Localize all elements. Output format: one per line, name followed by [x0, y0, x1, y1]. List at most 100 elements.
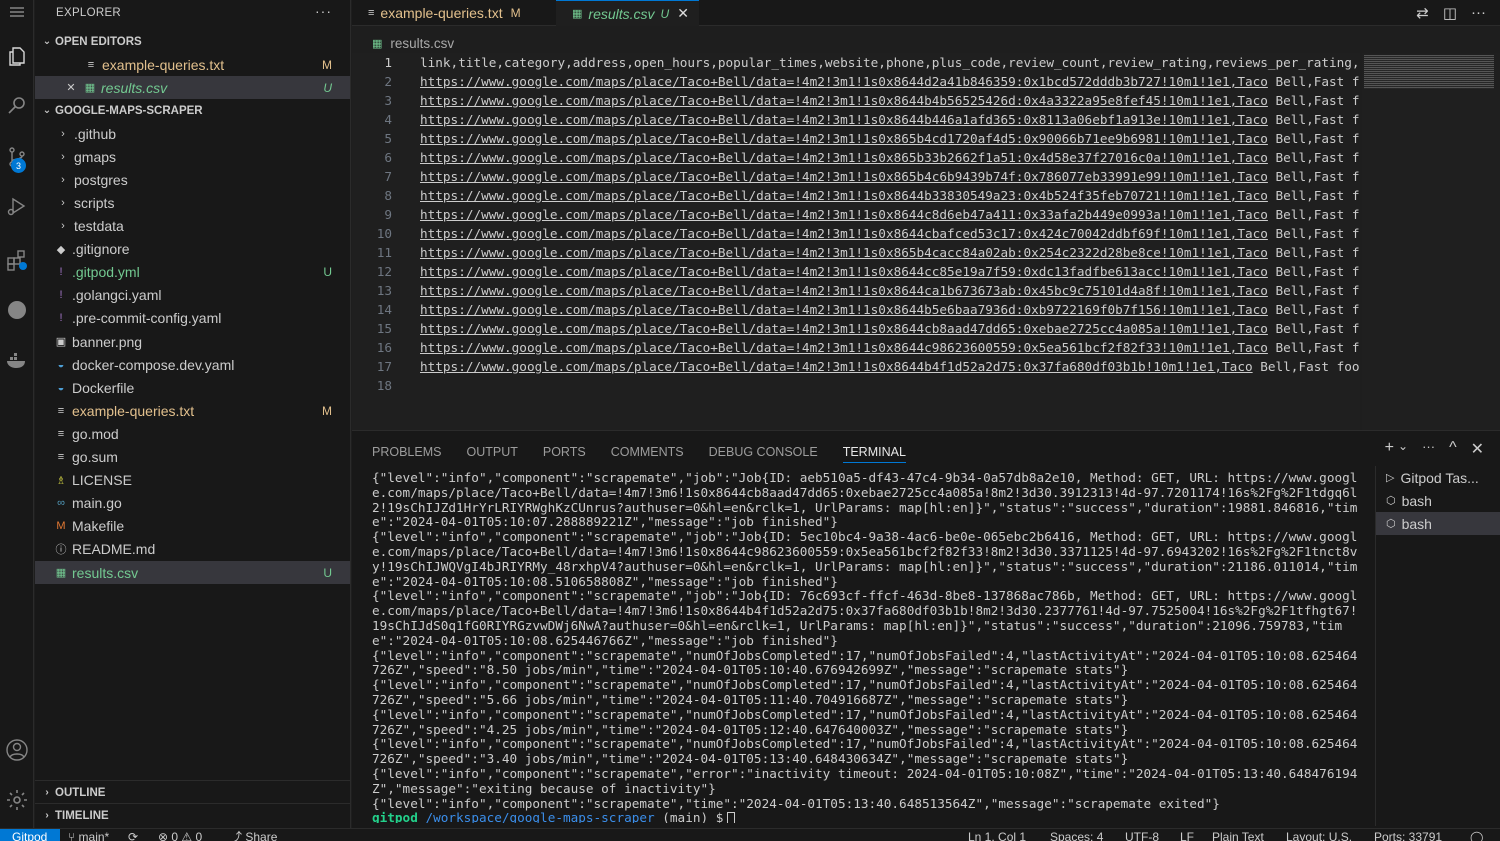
open-editor-item[interactable]: ✕ ▦ results.csv U	[35, 76, 350, 100]
url-link[interactable]: https://www.google.com/maps/place/Taco+B…	[420, 207, 1268, 222]
file-tree-item[interactable]: › testdata	[35, 215, 350, 238]
url-link[interactable]: https://www.google.com/maps/place/Taco+B…	[420, 112, 1268, 127]
terminal-prompt[interactable]: gitpod /workspace/google-maps-scraper (m…	[372, 810, 1362, 823]
tab-debug-console[interactable]: DEBUG CONSOLE	[709, 441, 818, 463]
docker-icon[interactable]	[0, 340, 34, 380]
terminal-output[interactable]: {"level":"info","component":"scrapemate"…	[372, 471, 1362, 823]
file-tree-item[interactable]: ⓘ README.md	[35, 538, 350, 561]
language-mode[interactable]: Plain Text	[1212, 829, 1264, 841]
file-tree-item[interactable]: ▣ banner.png	[35, 330, 350, 353]
url-link[interactable]: https://www.google.com/maps/place/Taco+B…	[420, 359, 1253, 374]
account-icon[interactable]	[0, 730, 34, 770]
tab-results-csv[interactable]: ▦ results.csv U ✕	[556, 0, 699, 26]
project-section[interactable]: ⌄ GOOGLE-MAPS-SCRAPER	[35, 99, 350, 122]
line-text: link,title,category,address,open_hours,p…	[420, 55, 1360, 70]
compare-changes-icon[interactable]: ⇄	[1416, 4, 1429, 22]
more-actions-icon[interactable]: ···	[1471, 4, 1486, 22]
file-tree-item[interactable]: › .github	[35, 122, 350, 145]
explorer-icon[interactable]	[0, 36, 34, 76]
more-actions-icon[interactable]: ···	[1422, 439, 1435, 459]
tab-terminal[interactable]: TERMINAL	[842, 441, 906, 463]
url-link[interactable]: https://www.google.com/maps/place/Taco+B…	[420, 226, 1268, 241]
minimap[interactable]	[1362, 53, 1500, 430]
chevron-down-icon: ⌄	[42, 36, 52, 47]
file-tree-item[interactable]: › gmaps	[35, 145, 350, 168]
close-icon[interactable]: ✕	[63, 81, 79, 94]
remote-indicator[interactable]: Gitpod	[0, 829, 60, 841]
url-link[interactable]: https://www.google.com/maps/place/Taco+B…	[420, 283, 1268, 298]
url-link[interactable]: https://www.google.com/maps/place/Taco+B…	[420, 321, 1268, 336]
cursor-position[interactable]: Ln 1, Col 1	[968, 829, 1026, 841]
new-terminal-icon[interactable]: +	[1385, 439, 1394, 459]
git-status-badge: U	[323, 265, 332, 280]
file-tree-item[interactable]: ≡ example-queries.txt M	[35, 399, 350, 422]
editor-line: 18	[352, 376, 392, 395]
share-button[interactable]: ⤴ Share	[230, 829, 277, 841]
url-link[interactable]: https://www.google.com/maps/place/Taco+B…	[420, 340, 1268, 355]
explorer-more-button[interactable]: ···	[315, 3, 332, 19]
file-tree-item[interactable]: ◆ .gitignore	[35, 238, 350, 261]
file-tree-item[interactable]: ! .gitpod.yml U	[35, 261, 350, 284]
menu-icon[interactable]	[0, 0, 34, 32]
tab-output[interactable]: OUTPUT	[466, 441, 517, 463]
terminal-instance[interactable]: ⬡ bash	[1376, 512, 1500, 535]
url-link[interactable]: https://www.google.com/maps/place/Taco+B…	[420, 188, 1268, 203]
problems-indicator[interactable]: ⊗ 0 ⚠ 0	[158, 829, 202, 841]
file-tree-item[interactable]: ♗ LICENSE	[35, 469, 350, 492]
tab-comments[interactable]: COMMENTS	[611, 441, 684, 463]
tab-example-queries[interactable]: ≡ example-queries.txt M	[352, 0, 531, 26]
file-tree-item[interactable]: ∞ main.go	[35, 492, 350, 515]
breadcrumb[interactable]: ▦ results.csv	[352, 33, 454, 53]
editor-line: 17 https://www.google.com/maps/place/Taco…	[352, 357, 1360, 376]
url-link[interactable]: https://www.google.com/maps/place/Taco+B…	[420, 302, 1268, 317]
terminal-instance[interactable]: ▷ Gitpod Tas...	[1376, 466, 1500, 489]
maximize-panel-icon[interactable]: ^	[1449, 439, 1457, 459]
file-tree-item[interactable]: › postgres	[35, 168, 350, 191]
tab-problems[interactable]: PROBLEMS	[372, 441, 441, 463]
open-editor-item[interactable]: ≡ example-queries.txt M	[35, 53, 350, 76]
run-debug-icon[interactable]	[0, 186, 34, 226]
outline-section[interactable]: › OUTLINE	[35, 780, 351, 803]
open-editors-section[interactable]: ⌄ OPEN EDITORS	[35, 30, 350, 53]
keyboard-layout[interactable]: Layout: U.S.	[1286, 829, 1352, 841]
file-tree-item[interactable]: M Makefile	[35, 515, 350, 538]
url-link[interactable]: https://www.google.com/maps/place/Taco+B…	[420, 74, 1268, 89]
settings-gear-icon[interactable]	[0, 780, 34, 820]
eol[interactable]: LF	[1180, 829, 1194, 841]
close-icon[interactable]: ✕	[677, 5, 689, 22]
file-tree-item[interactable]: ◒ docker-compose.dev.yaml	[35, 353, 350, 376]
editor-line: 7 https://www.google.com/maps/place/Taco+…	[352, 167, 1360, 186]
sync-icon[interactable]: ⟳	[128, 829, 138, 841]
terminal-instance[interactable]: ⬡ bash	[1376, 489, 1500, 512]
url-link[interactable]: https://www.google.com/maps/place/Taco+B…	[420, 93, 1268, 108]
file-tree-item[interactable]: › scripts	[35, 191, 350, 214]
breadcrumb-file[interactable]: results.csv	[390, 36, 454, 51]
file-tree-item[interactable]: ! .golangci.yaml	[35, 284, 350, 307]
encoding[interactable]: UTF-8	[1125, 829, 1159, 841]
url-link[interactable]: https://www.google.com/maps/place/Taco+B…	[420, 150, 1268, 165]
notifications-bell-icon[interactable]: ◯	[1470, 829, 1483, 841]
branch-indicator[interactable]: ⑂ main*	[68, 829, 109, 841]
search-icon[interactable]	[0, 85, 34, 125]
text-editor[interactable]: 1 link,title,category,address,open_hours,…	[352, 53, 1360, 430]
close-panel-icon[interactable]: ✕	[1471, 439, 1484, 459]
url-link[interactable]: https://www.google.com/maps/place/Taco+B…	[420, 131, 1268, 146]
url-link[interactable]: https://www.google.com/maps/place/Taco+B…	[420, 245, 1268, 260]
ports-indicator[interactable]: Ports: 33791	[1374, 829, 1442, 841]
file-tree-item[interactable]: ! .pre-commit-config.yaml	[35, 307, 350, 330]
file-tree-item[interactable]: ≡ go.sum	[35, 446, 350, 469]
github-icon[interactable]	[0, 290, 34, 330]
split-editor-icon[interactable]: ◫	[1443, 4, 1457, 22]
file-tree-item[interactable]: ≡ go.mod	[35, 422, 350, 445]
chevron-down-icon[interactable]: ⌄	[1398, 439, 1408, 459]
indentation[interactable]: Spaces: 4	[1050, 829, 1103, 841]
file-tree-item[interactable]: ▦ results.csv U	[35, 560, 350, 585]
tab-ports[interactable]: PORTS	[543, 441, 586, 463]
timeline-section[interactable]: › TIMELINE	[35, 803, 351, 826]
extensions-icon[interactable]	[0, 240, 34, 280]
line-content: https://www.google.com/maps/place/Taco+B…	[420, 302, 1360, 317]
url-link[interactable]: https://www.google.com/maps/place/Taco+B…	[420, 264, 1268, 279]
file-tree-item[interactable]: ◒ Dockerfile	[35, 376, 350, 399]
line-content: https://www.google.com/maps/place/Taco+B…	[420, 93, 1360, 108]
url-link[interactable]: https://www.google.com/maps/place/Taco+B…	[420, 169, 1268, 184]
